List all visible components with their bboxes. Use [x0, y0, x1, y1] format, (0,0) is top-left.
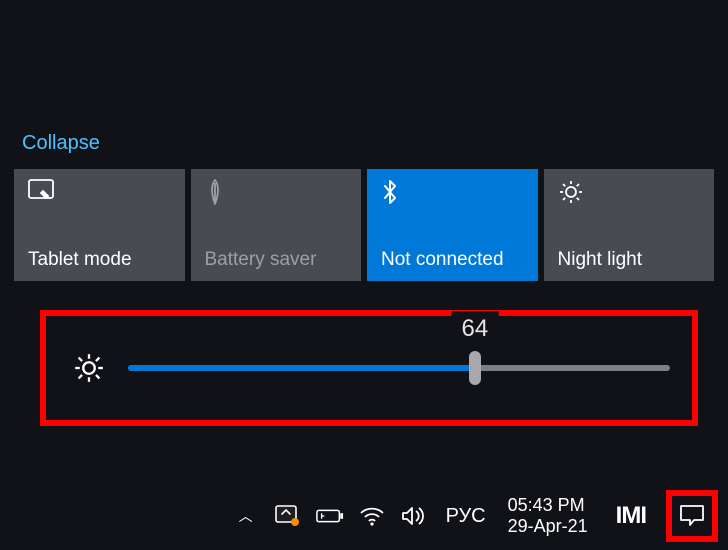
brightness-slider-thumb[interactable] [469, 351, 481, 385]
language-indicator[interactable]: РУС [446, 505, 486, 528]
quick-action-label: Night light [558, 250, 703, 271]
quick-action-label: Battery saver [205, 250, 350, 271]
taskbar-time: 05:43 PM [508, 495, 585, 516]
quick-action-label: Tablet mode [28, 250, 173, 271]
quick-action-tiles: Tablet mode Battery saver Not connected [14, 169, 714, 281]
system-tray: ︿ [232, 502, 428, 530]
quick-action-night-light[interactable]: Night light [544, 169, 715, 281]
night-light-icon [558, 179, 703, 205]
brightness-slider-fill [128, 365, 475, 371]
leaf-icon [205, 179, 350, 205]
taskbar-clock[interactable]: 05:43 PM 29-Apr-21 [508, 495, 588, 536]
quick-action-bluetooth[interactable]: Not connected [367, 169, 538, 281]
taskbar: ︿ [0, 482, 728, 550]
quick-action-tablet-mode[interactable]: Tablet mode [14, 169, 185, 281]
quick-action-battery-saver[interactable]: Battery saver [191, 169, 362, 281]
taskbar-date: 29-Apr-21 [508, 516, 588, 537]
collapse-button[interactable]: Collapse [22, 132, 714, 155]
brightness-icon [74, 353, 104, 383]
tray-overflow-chevron-icon[interactable]: ︿ [232, 502, 260, 530]
action-center-button[interactable] [676, 500, 708, 532]
windows-update-icon[interactable] [274, 502, 302, 530]
brightness-slider-container: 64 [40, 310, 698, 426]
quick-action-label: Not connected [381, 250, 526, 271]
bluetooth-icon [381, 179, 526, 205]
highlight-box-action-center [666, 490, 718, 542]
tablet-mode-icon [28, 179, 173, 201]
brand-icon[interactable]: IMI [616, 502, 646, 530]
brightness-slider[interactable]: 64 [128, 365, 670, 371]
action-center-panel: Collapse Tablet mode [14, 132, 714, 281]
volume-icon[interactable] [400, 502, 428, 530]
wifi-icon[interactable] [358, 502, 386, 530]
brightness-tooltip: 64 [452, 311, 499, 347]
battery-charging-icon[interactable] [316, 502, 344, 530]
